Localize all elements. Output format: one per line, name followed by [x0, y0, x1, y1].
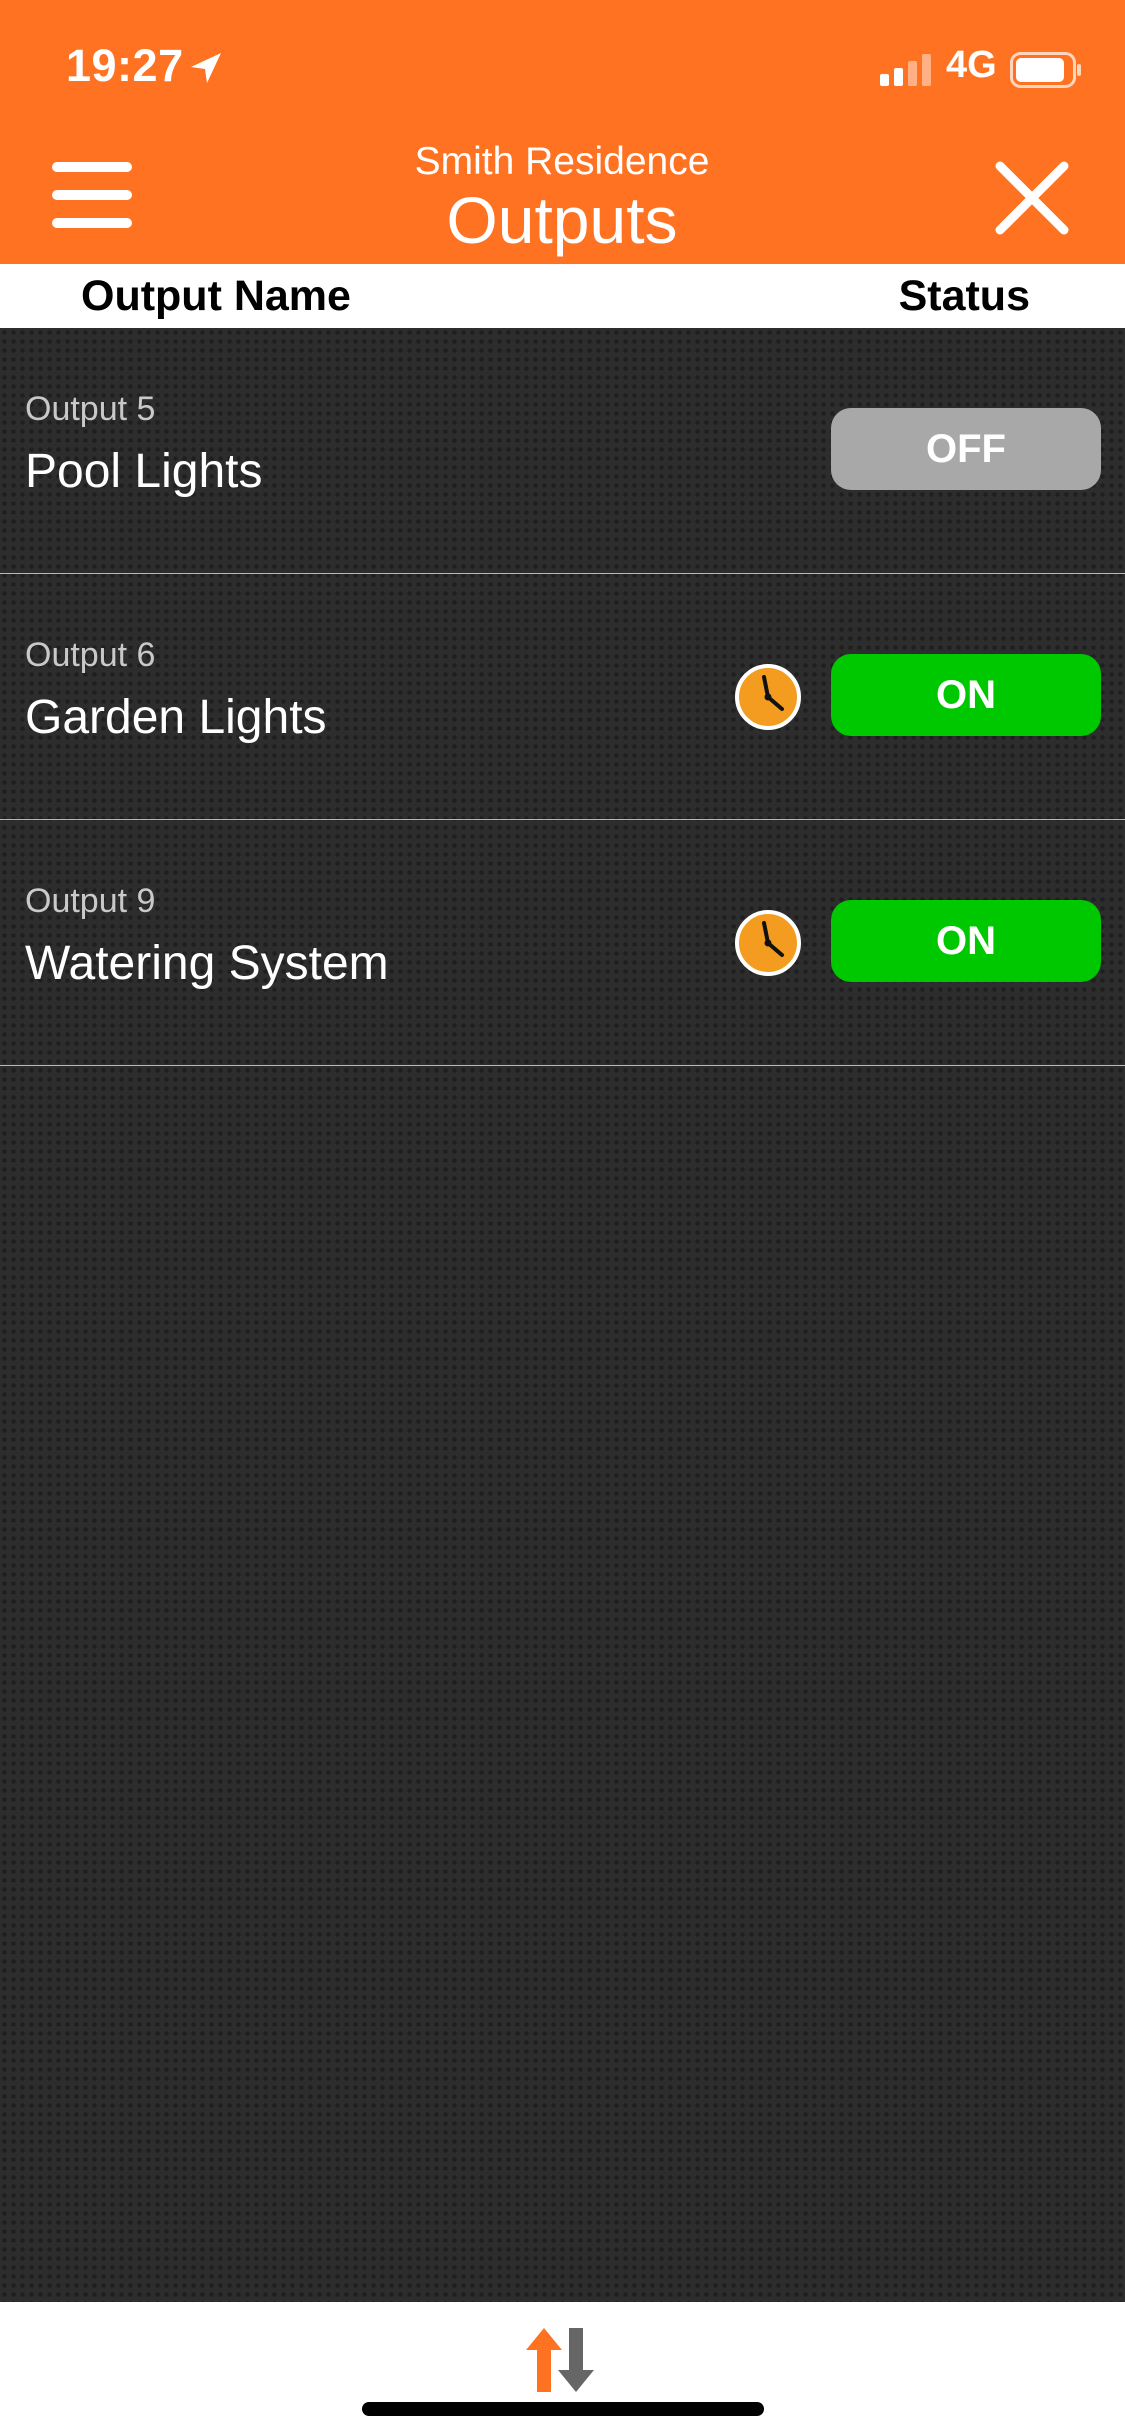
output-id-label: Output 6: [25, 636, 156, 674]
home-indicator[interactable]: [362, 2402, 764, 2416]
sync-arrows-icon[interactable]: [524, 2328, 602, 2392]
cellular-signal-icon: [880, 54, 931, 86]
close-button[interactable]: [994, 160, 1070, 236]
battery-icon: [1010, 52, 1081, 88]
hamburger-menu-icon-bar: [52, 218, 132, 228]
output-row: Output 5 Pool Lights OFF: [0, 328, 1125, 574]
status-toggle-off[interactable]: OFF: [831, 408, 1101, 490]
output-row: Output 9 Watering System ON: [0, 820, 1125, 1066]
app-header: 19:27 4G Smith Residence Outputs: [0, 0, 1125, 264]
network-type: 4G: [946, 44, 997, 86]
title-block: Smith Residence Outputs: [262, 138, 862, 256]
output-name: Garden Lights: [25, 691, 327, 744]
hamburger-menu-icon: [52, 162, 132, 172]
output-name: Watering System: [25, 937, 389, 990]
schedule-clock-icon[interactable]: [734, 663, 802, 731]
output-list: Output 5 Pool Lights OFF Output 6 Garden…: [0, 328, 1125, 2302]
output-row: Output 6 Garden Lights ON: [0, 574, 1125, 820]
menu-button[interactable]: [52, 162, 132, 228]
column-header: Output Name Status: [0, 264, 1125, 328]
status-time: 19:27: [66, 40, 184, 91]
schedule-clock-icon[interactable]: [734, 909, 802, 977]
output-id-label: Output 9: [25, 882, 156, 920]
page-title: Outputs: [446, 183, 678, 257]
output-id-label: Output 5: [25, 390, 156, 428]
location-arrow-icon: [191, 53, 221, 83]
column-header-status: Status: [898, 272, 1030, 320]
bottom-bar: [0, 2302, 1125, 2436]
output-name: Pool Lights: [25, 445, 263, 498]
site-name: Smith Residence: [414, 140, 710, 183]
column-header-name: Output Name: [81, 272, 351, 320]
status-toggle-on[interactable]: ON: [831, 654, 1101, 736]
status-toggle-on[interactable]: ON: [831, 900, 1101, 982]
hamburger-menu-icon-bar: [52, 190, 132, 200]
close-icon: [995, 161, 1069, 235]
